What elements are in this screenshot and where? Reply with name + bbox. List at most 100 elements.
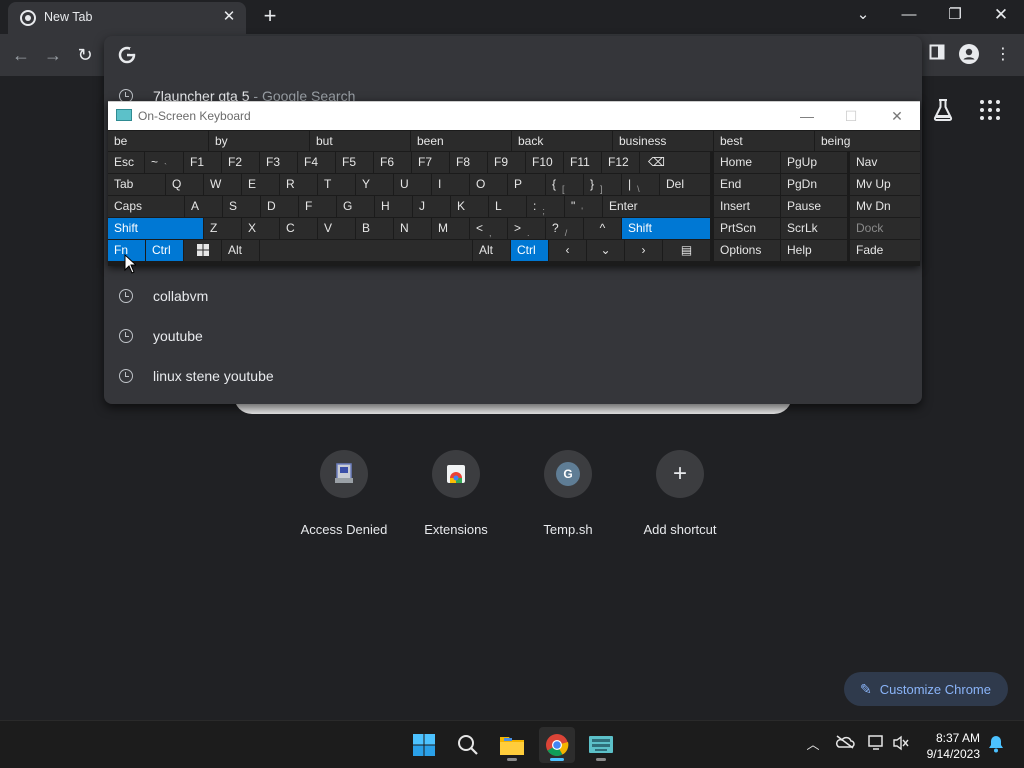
tab-search-icon[interactable]: ⌄ bbox=[840, 0, 886, 30]
key-fade[interactable]: Fade bbox=[850, 240, 920, 261]
key-dock[interactable]: Dock bbox=[850, 218, 920, 239]
file-explorer-button[interactable] bbox=[494, 727, 530, 763]
key-f3[interactable]: F3 bbox=[260, 152, 297, 173]
key-help[interactable]: Help bbox=[781, 240, 847, 261]
key-open-brace[interactable]: {[ bbox=[546, 174, 583, 195]
new-tab-button[interactable]: + bbox=[258, 4, 282, 28]
key-scrlk[interactable]: ScrLk bbox=[781, 218, 847, 239]
key-caps[interactable]: Caps bbox=[108, 196, 184, 217]
suggestion-item[interactable]: youtube bbox=[104, 316, 922, 356]
close-window-button[interactable]: ✕ bbox=[978, 0, 1024, 30]
key-i[interactable]: I bbox=[432, 174, 469, 195]
key-y[interactable]: Y bbox=[356, 174, 393, 195]
key-right-arrow-icon[interactable]: › bbox=[625, 240, 662, 261]
key-g[interactable]: G bbox=[337, 196, 374, 217]
key-left-arrow-icon[interactable]: ‹ bbox=[549, 240, 586, 261]
prediction-key[interactable]: been bbox=[411, 131, 511, 151]
key-insert[interactable]: Insert bbox=[714, 196, 780, 217]
key-k[interactable]: K bbox=[451, 196, 488, 217]
key-f12[interactable]: F12 bbox=[602, 152, 639, 173]
key-right-shift[interactable]: Shift bbox=[622, 218, 710, 239]
key-s[interactable]: S bbox=[223, 196, 260, 217]
notification-bell-icon[interactable] bbox=[986, 735, 1006, 755]
forward-icon[interactable]: → bbox=[42, 44, 64, 66]
suggestion-item[interactable]: linux stene youtube bbox=[104, 356, 922, 396]
search-button[interactable] bbox=[450, 727, 486, 763]
customize-chrome-button[interactable]: ✎ Customize Chrome bbox=[844, 672, 1008, 706]
back-icon[interactable]: ← bbox=[10, 44, 32, 66]
side-panel-icon[interactable] bbox=[926, 44, 948, 66]
key-mv-up[interactable]: Mv Up bbox=[850, 174, 920, 195]
key-n[interactable]: N bbox=[394, 218, 431, 239]
shortcut-temp-sh[interactable]: G Temp.sh bbox=[512, 448, 624, 538]
volume-muted-icon[interactable] bbox=[891, 735, 911, 755]
chrome-taskbar-button[interactable] bbox=[539, 727, 575, 763]
key-f2[interactable]: F2 bbox=[222, 152, 259, 173]
prediction-key[interactable]: best bbox=[714, 131, 814, 151]
tab-new-tab[interactable]: New Tab ✕ bbox=[8, 2, 246, 34]
key-greater-than[interactable]: >. bbox=[508, 218, 545, 239]
key-f9[interactable]: F9 bbox=[488, 152, 525, 173]
key-menu-icon[interactable]: ▤ bbox=[663, 240, 710, 261]
minimize-button[interactable]: — bbox=[886, 0, 932, 30]
key-esc[interactable]: Esc bbox=[108, 152, 144, 173]
key-f8[interactable]: F8 bbox=[450, 152, 487, 173]
key-f7[interactable]: F7 bbox=[412, 152, 449, 173]
close-tab-icon[interactable]: ✕ bbox=[220, 8, 238, 26]
key-left-ctrl[interactable]: Ctrl bbox=[146, 240, 183, 261]
key-c[interactable]: C bbox=[280, 218, 317, 239]
key-pgup[interactable]: PgUp bbox=[781, 152, 847, 173]
prediction-key[interactable]: by bbox=[209, 131, 309, 151]
key-quote[interactable]: " ' bbox=[565, 196, 602, 217]
system-clock[interactable]: 8:37 AM 9/14/2023 bbox=[927, 730, 980, 762]
key-windows-icon[interactable] bbox=[184, 240, 221, 261]
key-d[interactable]: D bbox=[261, 196, 298, 217]
prediction-key[interactable]: back bbox=[512, 131, 612, 151]
key-q[interactable]: Q bbox=[166, 174, 203, 195]
suggestion-item[interactable]: collabvm bbox=[104, 276, 922, 316]
shortcut-add[interactable]: + Add shortcut bbox=[624, 448, 736, 538]
network-icon[interactable] bbox=[867, 735, 887, 755]
key-space[interactable] bbox=[260, 240, 472, 261]
menu-icon[interactable]: ⋮ bbox=[992, 44, 1014, 66]
show-hidden-icons-icon[interactable]: ︿ bbox=[803, 735, 823, 755]
key-end[interactable]: End bbox=[714, 174, 780, 195]
key-prtscn[interactable]: PrtScn bbox=[714, 218, 780, 239]
osk-maximize-button[interactable]: ☐ bbox=[838, 106, 864, 126]
key-v[interactable]: V bbox=[318, 218, 355, 239]
key-j[interactable]: J bbox=[413, 196, 450, 217]
key-home[interactable]: Home bbox=[714, 152, 780, 173]
reload-icon[interactable]: ↻ bbox=[74, 44, 96, 66]
key-del[interactable]: Del bbox=[660, 174, 710, 195]
osk-close-button[interactable]: ✕ bbox=[884, 106, 910, 126]
key-less-than[interactable]: <, bbox=[470, 218, 507, 239]
key-up-arrow-icon[interactable]: ^ bbox=[584, 218, 621, 239]
profile-icon[interactable] bbox=[958, 44, 980, 66]
key-options[interactable]: Options bbox=[714, 240, 780, 261]
labs-icon[interactable] bbox=[932, 98, 954, 122]
key-f11[interactable]: F11 bbox=[564, 152, 601, 173]
prediction-key[interactable]: being bbox=[815, 131, 920, 151]
shortcut-access-denied[interactable]: Access Denied bbox=[288, 448, 400, 538]
key-left-alt[interactable]: Alt bbox=[222, 240, 259, 261]
shortcut-extensions[interactable]: Extensions bbox=[400, 448, 512, 538]
onedrive-offline-icon[interactable] bbox=[835, 735, 855, 755]
key-h[interactable]: H bbox=[375, 196, 412, 217]
key-colon[interactable]: :; bbox=[527, 196, 564, 217]
google-apps-icon[interactable] bbox=[980, 100, 1000, 120]
osk-taskbar-button[interactable] bbox=[583, 727, 619, 763]
key-u[interactable]: U bbox=[394, 174, 431, 195]
key-f5[interactable]: F5 bbox=[336, 152, 373, 173]
key-p[interactable]: P bbox=[508, 174, 545, 195]
key-m[interactable]: M bbox=[432, 218, 469, 239]
key-w[interactable]: W bbox=[204, 174, 241, 195]
key-right-ctrl[interactable]: Ctrl bbox=[511, 240, 548, 261]
key-f1[interactable]: F1 bbox=[184, 152, 221, 173]
osk-title-bar[interactable]: On-Screen Keyboard — ☐ ✕ bbox=[108, 101, 920, 130]
key-tilde[interactable]: ~ ` bbox=[145, 152, 183, 173]
key-f4[interactable]: F4 bbox=[298, 152, 335, 173]
key-e[interactable]: E bbox=[242, 174, 279, 195]
restore-button[interactable]: ❐ bbox=[932, 0, 978, 30]
key-question[interactable]: ? / bbox=[546, 218, 583, 239]
key-close-brace[interactable]: }] bbox=[584, 174, 621, 195]
